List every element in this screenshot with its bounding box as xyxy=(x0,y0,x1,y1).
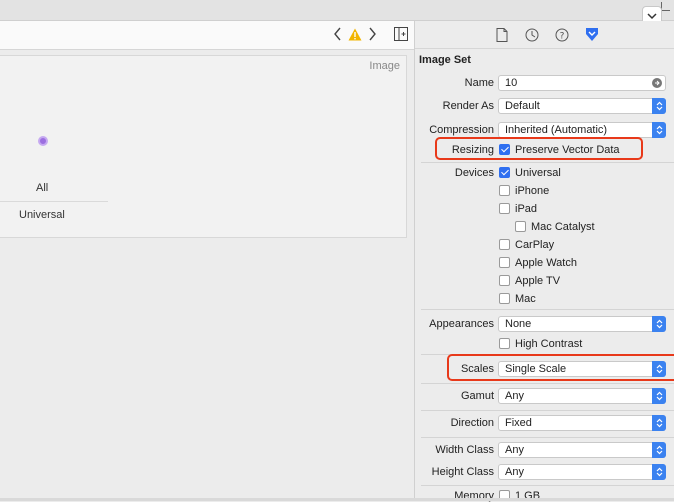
divider xyxy=(421,162,674,163)
asset-editor: Image All Universal xyxy=(0,21,415,501)
device-ipad-checkbox[interactable] xyxy=(499,203,510,214)
chevron-updown-icon xyxy=(652,316,666,332)
divider xyxy=(421,309,674,310)
divider xyxy=(421,383,674,384)
gamut-select[interactable]: Any xyxy=(498,388,666,404)
chevron-updown-icon xyxy=(652,464,666,480)
device-mac-catalyst-checkbox[interactable] xyxy=(515,221,526,232)
add-editor-icon[interactable] xyxy=(394,27,408,41)
divider xyxy=(421,485,674,486)
compression-select[interactable]: Inherited (Automatic) xyxy=(498,122,666,138)
render-as-label: Render As xyxy=(442,100,494,112)
chevron-updown-icon xyxy=(652,98,666,114)
help-inspector-icon[interactable]: ? xyxy=(553,26,571,44)
height-class-label: Height Class xyxy=(431,466,494,478)
device-iphone-checkbox[interactable] xyxy=(499,185,510,196)
chevron-updown-icon xyxy=(652,415,666,431)
render-as-value: Default xyxy=(505,100,540,112)
width-class-select[interactable]: Any xyxy=(498,442,666,458)
divider xyxy=(0,201,108,202)
gamut-label: Gamut xyxy=(460,390,494,402)
svg-text:?: ? xyxy=(560,31,565,41)
device-mac-label: Mac xyxy=(515,293,536,305)
device-apple-tv-label: Apple TV xyxy=(515,275,561,287)
height-class-select[interactable]: Any xyxy=(498,464,666,480)
file-inspector-icon[interactable] xyxy=(493,26,511,44)
highlight-scales xyxy=(447,354,674,381)
appearances-value: None xyxy=(505,318,532,330)
chevron-updown-icon xyxy=(652,442,666,458)
chevron-right-icon[interactable] xyxy=(368,27,376,41)
history-inspector-icon[interactable] xyxy=(523,26,541,44)
attributes-inspector-icon[interactable] xyxy=(583,26,601,44)
idiom-all-label: All xyxy=(36,182,49,194)
section-title: Image Set xyxy=(419,54,471,66)
device-apple-watch-label: Apple Watch xyxy=(515,257,577,269)
device-ipad-label: iPad xyxy=(515,203,538,215)
width-class-value: Any xyxy=(505,444,524,456)
warning-icon[interactable] xyxy=(348,28,362,41)
render-as-select[interactable]: Default xyxy=(498,98,666,114)
attributes-inspector: ? Image Set Name 10 Render As Default Co… xyxy=(415,21,674,502)
appearances-label: Appearances xyxy=(429,318,494,330)
device-carplay-checkbox[interactable] xyxy=(499,239,510,250)
appearances-select[interactable]: None xyxy=(498,316,666,332)
high-contrast-label: High Contrast xyxy=(515,338,583,350)
device-apple-watch-checkbox[interactable] xyxy=(499,257,510,268)
compression-label: Compression xyxy=(429,124,494,136)
jump-bar xyxy=(0,21,414,50)
device-apple-tv-checkbox[interactable] xyxy=(499,275,510,286)
height-class-value: Any xyxy=(505,466,524,478)
name-field[interactable]: 10 xyxy=(498,75,666,91)
highlight-resizing xyxy=(435,137,643,160)
direction-label: Direction xyxy=(450,417,494,429)
devices-label: Devices xyxy=(454,167,494,179)
go-arrow-icon[interactable] xyxy=(652,78,662,88)
device-mac-catalyst-label: Mac Catalyst xyxy=(531,221,595,233)
name-label: Name xyxy=(464,77,494,89)
chevron-updown-icon xyxy=(652,388,666,404)
chevron-down-icon xyxy=(647,13,657,20)
inspector-tabs: ? xyxy=(415,21,674,49)
direction-select[interactable]: Fixed xyxy=(498,415,666,431)
window-toolbar xyxy=(0,0,674,26)
compression-value: Inherited (Automatic) xyxy=(505,124,608,136)
divider xyxy=(421,437,674,438)
device-universal-label: Universal xyxy=(515,167,561,179)
universal-slot-label: Universal xyxy=(19,209,65,221)
device-mac-checkbox[interactable] xyxy=(499,293,510,304)
corner-mark-icon xyxy=(661,2,670,11)
direction-value: Fixed xyxy=(505,417,532,429)
device-carplay-label: CarPlay xyxy=(515,239,555,251)
device-iphone-label: iPhone xyxy=(515,185,550,197)
vector-dot-icon[interactable] xyxy=(38,136,48,146)
chevron-left-icon[interactable] xyxy=(334,27,342,41)
asset-canvas: Image All Universal xyxy=(0,55,407,238)
chevron-updown-icon xyxy=(652,122,666,138)
gamut-value: Any xyxy=(505,390,524,402)
canvas-title: Image xyxy=(369,60,400,72)
name-value: 10 xyxy=(505,77,518,89)
width-class-label: Width Class xyxy=(435,444,494,456)
device-universal-checkbox[interactable] xyxy=(499,167,510,178)
divider xyxy=(421,410,674,411)
high-contrast-checkbox[interactable] xyxy=(499,338,510,349)
